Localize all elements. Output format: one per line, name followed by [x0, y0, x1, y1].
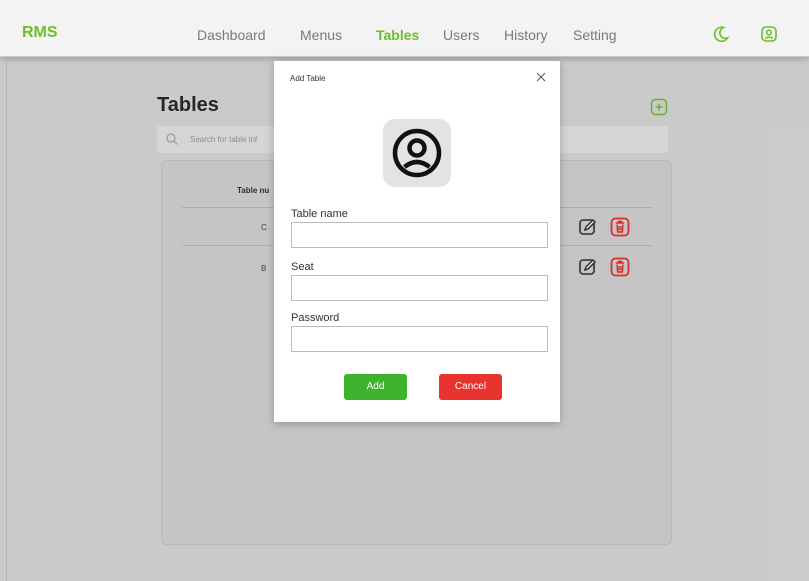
nav-item-setting[interactable]: Setting: [573, 27, 617, 43]
nav-item-tables[interactable]: Tables: [376, 27, 419, 43]
nav-item-history[interactable]: History: [504, 27, 548, 43]
top-navbar: RMS Dashboard Menus Tables Users History…: [0, 0, 809, 57]
app-logo[interactable]: RMS: [22, 24, 58, 42]
modal-title: Add Table: [290, 74, 326, 83]
seat-label: Seat: [291, 261, 314, 273]
close-icon[interactable]: [535, 71, 547, 83]
nav-item-menus[interactable]: Menus: [300, 27, 342, 43]
table-name-input[interactable]: [291, 222, 548, 248]
moon-icon[interactable]: [711, 24, 731, 44]
seat-input[interactable]: [291, 275, 548, 301]
add-button[interactable]: Add: [344, 374, 407, 400]
table-name-label: Table name: [291, 208, 348, 220]
user-avatar-icon: [392, 128, 442, 178]
cancel-button[interactable]: Cancel: [439, 374, 502, 400]
avatar-upload[interactable]: [383, 119, 451, 187]
nav-item-users[interactable]: Users: [443, 27, 480, 43]
password-input[interactable]: [291, 326, 548, 352]
user-circle-icon[interactable]: [759, 24, 779, 44]
nav-item-dashboard[interactable]: Dashboard: [197, 27, 266, 43]
password-label: Password: [291, 312, 340, 324]
add-table-modal: Add Table Table name Seat Password Add C…: [274, 61, 560, 422]
